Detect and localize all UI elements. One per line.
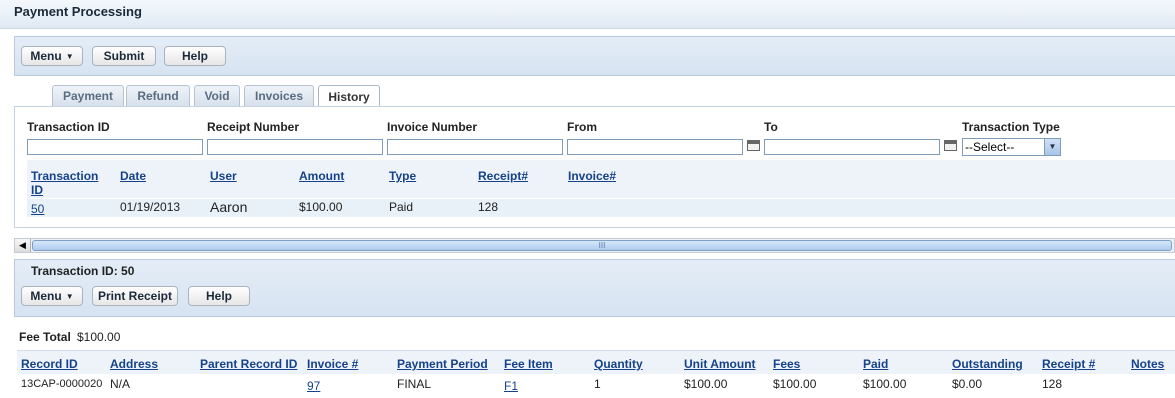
receipt-cell: 128 [478,200,499,214]
page-title: Payment Processing [14,4,142,19]
address-cell: N/A [110,377,131,391]
menu-button-label: Menu [30,49,62,63]
column-header-invoice[interactable]: Invoice# [568,169,616,183]
transaction-id-label: Transaction ID [27,120,110,134]
column-header-date[interactable]: Date [120,169,146,183]
column-header-quantity[interactable]: Quantity [594,357,643,371]
calendar-icon[interactable] [944,140,957,151]
transaction-type-label: Transaction Type [962,120,1060,134]
invoice-number-input[interactable] [387,139,563,155]
print-receipt-button[interactable]: Print Receipt [92,286,178,306]
column-header-fees[interactable]: Fees [773,357,800,371]
column-header-unit-amount[interactable]: Unit Amount [684,357,756,371]
receipt-number-input[interactable] [207,139,383,155]
receipt-number-cell: 128 [1042,377,1063,391]
detail-menu-button[interactable]: Menu ▼ [21,286,83,306]
column-header-receipt[interactable]: Receipt# [478,169,528,183]
column-header-fee-item[interactable]: Fee Item [504,357,553,371]
fee-total-label: Fee Total [19,330,71,344]
column-header-notes[interactable]: Notes [1131,357,1164,371]
scroll-thumb[interactable]: III [32,240,1172,251]
menu-button-label: Menu [30,289,62,303]
column-header-record-id[interactable]: Record ID [21,357,78,371]
column-header-payment-period[interactable]: Payment Period [397,357,488,371]
scroll-grip-icon: III [598,241,606,250]
tab-history[interactable]: History [318,85,380,107]
receipt-number-label: Receipt Number [207,120,300,134]
submit-button[interactable]: Submit [92,46,156,66]
record-id-cell: 13CAP-0000020 [21,378,103,390]
outstanding-cell: $0.00 [952,377,983,391]
transaction-id-link[interactable]: 50 [31,202,44,216]
chevron-left-icon: ◀ [19,240,26,250]
column-header-type[interactable]: Type [389,169,416,183]
column-header-paid[interactable]: Paid [863,357,888,371]
chevron-down-icon: ▼ [1044,139,1060,155]
transaction-id-input[interactable] [27,139,203,155]
column-header-parent-record-id[interactable]: Parent Record ID [200,357,297,371]
transaction-type-value: --Select-- [965,140,1015,154]
payment-period-cell: FINAL [397,377,432,391]
fee-total-value: $100.00 [77,330,121,344]
quantity-cell: 1 [594,377,601,391]
to-label: To [764,120,778,134]
window-titlebar [0,0,1175,29]
date-cell: 01/19/2013 [120,200,181,214]
user-cell: Aaron [210,199,248,215]
unit-amount-cell: $100.00 [684,377,728,391]
column-header-amount[interactable]: Amount [299,169,344,183]
from-label: From [567,120,597,134]
calendar-icon[interactable] [747,140,760,151]
detail-help-button[interactable]: Help [188,286,250,306]
transaction-detail-title: Transaction ID: 50 [31,264,135,278]
tab-void[interactable]: Void [194,85,240,106]
column-header-receipt-number[interactable]: Receipt # [1042,357,1095,371]
fee-item-link[interactable]: F1 [504,379,518,393]
column-header-outstanding[interactable]: Outstanding [952,357,1023,371]
invoice-link[interactable]: 97 [307,379,320,393]
tab-refund[interactable]: Refund [126,85,190,106]
help-button[interactable]: Help [164,46,226,66]
scroll-left-button[interactable]: ◀ [15,239,31,252]
column-header-address[interactable]: Address [110,357,158,371]
type-cell: Paid [389,200,414,214]
column-header-transaction-id[interactable]: Transaction ID [31,169,111,197]
invoice-number-label: Invoice Number [387,120,478,134]
chevron-down-icon: ▼ [65,51,74,61]
amount-cell: $100.00 [299,200,343,214]
column-header-invoice-number[interactable]: Invoice # [307,357,358,371]
tab-payment[interactable]: Payment [52,85,124,106]
paid-cell: $100.00 [863,377,907,391]
to-date-input[interactable] [764,139,940,155]
from-date-input[interactable] [567,139,743,155]
column-header-label: Transaction ID [31,169,99,197]
table-row[interactable] [27,199,1175,217]
menu-button[interactable]: Menu ▼ [21,46,83,66]
column-header-user[interactable]: User [210,169,237,183]
chevron-down-icon: ▼ [65,291,74,301]
fees-cell: $100.00 [773,377,817,391]
horizontal-scrollbar[interactable]: ◀ III [14,238,1175,253]
transaction-type-select[interactable]: --Select-- ▼ [962,138,1061,156]
tab-invoices[interactable]: Invoices [244,85,314,106]
